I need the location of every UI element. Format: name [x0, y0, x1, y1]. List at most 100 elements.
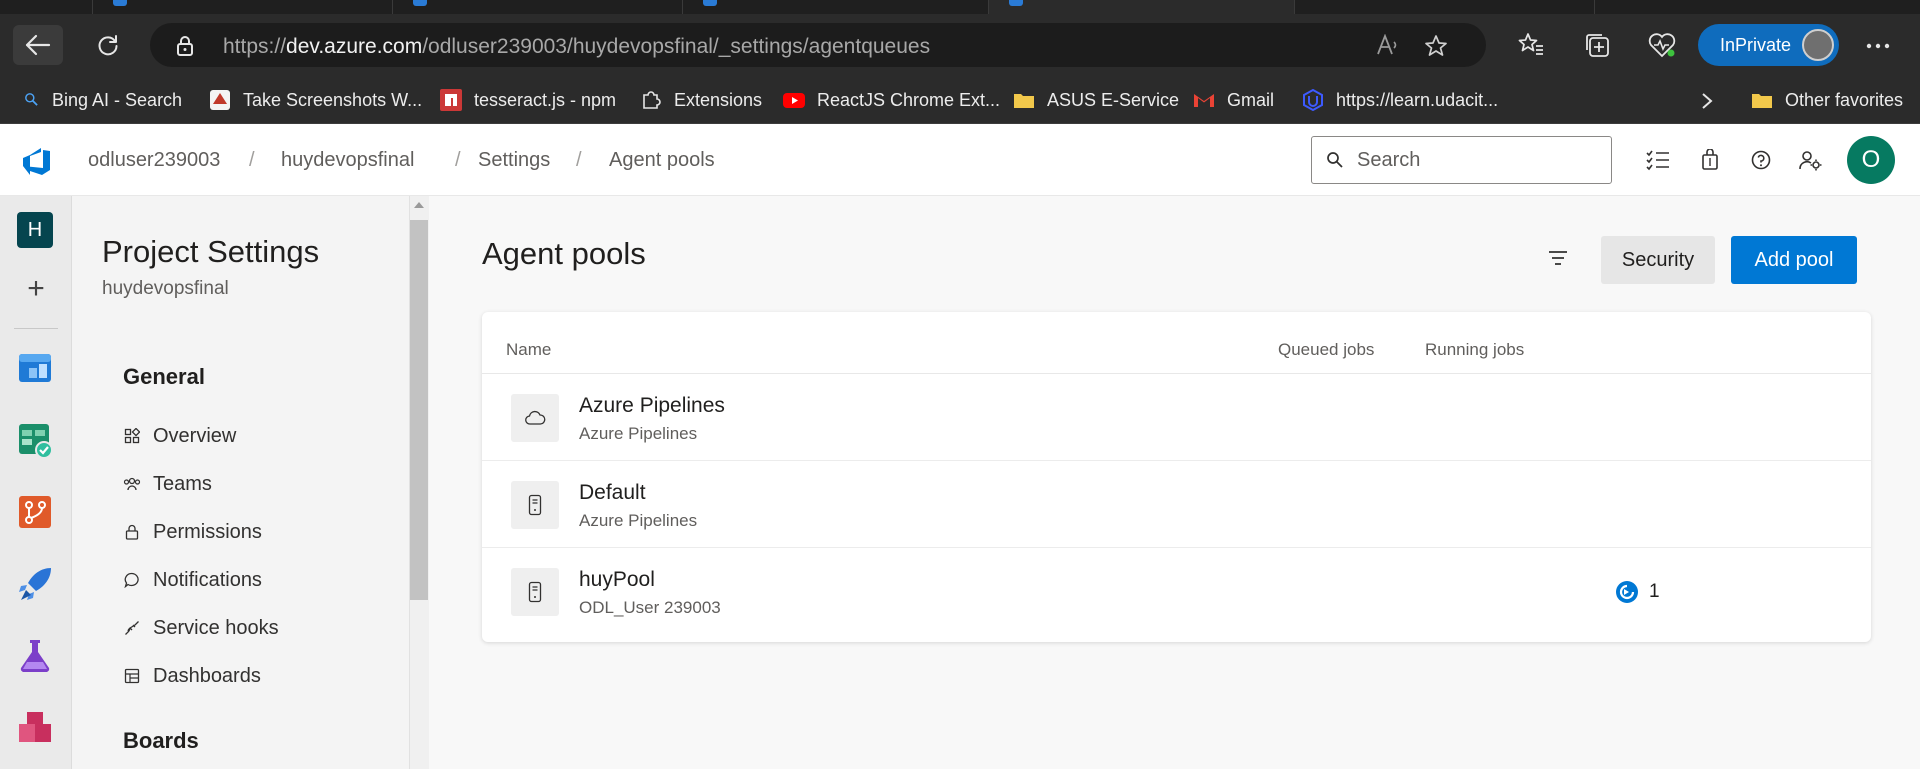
breadcrumb-agent-pools[interactable]: Agent pools	[609, 149, 715, 172]
more-options-icon[interactable]	[1866, 43, 1890, 49]
favorites-icon[interactable]	[1518, 32, 1544, 56]
pool-owner: Azure Pipelines	[579, 424, 698, 443]
favorite-item[interactable]: tesseract.js - npm	[440, 76, 616, 124]
browser-toolbar: https://dev.azure.com/odluser239003/huyd…	[0, 14, 1920, 76]
breadcrumb-project[interactable]: huydevopsfinal	[281, 149, 414, 172]
pool-owner: ODL_User 239003	[579, 598, 721, 617]
user-settings-icon[interactable]	[1799, 149, 1823, 171]
browser-tab[interactable]	[392, 0, 682, 14]
marketplace-bag-icon[interactable]	[1701, 149, 1719, 171]
project-avatar[interactable]: H	[17, 212, 53, 248]
teams-icon	[123, 475, 141, 493]
service-rail: H +	[0, 196, 72, 769]
tab-favicon	[113, 0, 127, 6]
favorite-label: https://learn.udacit...	[1336, 89, 1499, 110]
agent-device-icon	[511, 481, 559, 529]
column-header-running-jobs[interactable]: Running jobs	[1425, 340, 1524, 360]
overview-service-icon[interactable]	[17, 350, 53, 386]
running-status-icon	[1616, 581, 1638, 603]
work-items-icon[interactable]	[1645, 149, 1671, 171]
star-icon[interactable]	[1424, 34, 1448, 57]
favorites-bar: Bing AI - Search Take Screenshots W... t…	[0, 76, 1920, 124]
favorite-item[interactable]: https://learn.udacit...	[1302, 76, 1498, 124]
favorite-item[interactable]: Extensions	[640, 76, 762, 124]
pool-name[interactable]: Azure Pipelines	[579, 394, 725, 418]
inprivate-label: InPrivate	[1720, 35, 1792, 55]
pool-name[interactable]: Default	[579, 481, 646, 505]
artifacts-service-icon[interactable]	[17, 710, 53, 746]
table-row[interactable]: Default Azure Pipelines	[482, 461, 1871, 548]
favorite-item[interactable]: Take Screenshots W...	[209, 76, 422, 124]
udacity-icon	[1303, 89, 1323, 111]
column-header-name[interactable]: Name	[506, 340, 551, 360]
user-avatar[interactable]: O	[1847, 136, 1895, 184]
nav-item-label: Permissions	[153, 520, 262, 543]
favorite-item[interactable]: Gmail	[1193, 76, 1274, 124]
browser-essentials-icon[interactable]	[1648, 32, 1676, 58]
test-plans-service-icon[interactable]	[17, 638, 53, 674]
address-bar[interactable]: https://dev.azure.com/odluser239003/huyd…	[150, 23, 1486, 67]
settings-title: Project Settings	[102, 234, 320, 269]
nav-item-dashboards[interactable]: Dashboards	[123, 661, 261, 691]
help-icon[interactable]	[1750, 149, 1772, 171]
browser-tab[interactable]	[682, 0, 988, 14]
search-icon	[1327, 152, 1343, 168]
pool-name[interactable]: huyPool	[579, 568, 655, 592]
collections-icon[interactable]	[1584, 32, 1610, 58]
nav-scrollbar-thumb[interactable]	[410, 220, 428, 600]
breadcrumb-settings[interactable]: Settings	[478, 149, 550, 172]
favorite-item[interactable]: Bing AI - Search	[24, 76, 182, 124]
address-url: https://dev.azure.com/odluser239003/huyd…	[223, 35, 931, 58]
inprivate-profile-button[interactable]: InPrivate	[1698, 24, 1839, 66]
nav-item-notifications[interactable]: Notifications	[123, 565, 262, 595]
nav-item-teams[interactable]: Teams	[123, 469, 212, 499]
nav-item-permissions[interactable]: Permissions	[123, 517, 262, 547]
read-aloud-icon[interactable]	[1376, 34, 1400, 56]
filter-icon[interactable]	[1545, 246, 1571, 270]
back-button[interactable]	[13, 25, 63, 65]
nav-item-label: Overview	[153, 424, 237, 447]
column-header-queued-jobs[interactable]: Queued jobs	[1278, 340, 1374, 360]
tab-favicon	[1009, 0, 1023, 6]
favorite-label: ReactJS Chrome Ext...	[817, 89, 1001, 110]
reload-button[interactable]	[83, 25, 133, 65]
pipelines-service-icon[interactable]	[17, 566, 53, 602]
lock-icon	[123, 523, 141, 541]
overview-icon	[123, 427, 141, 445]
other-favorites-label: Other favorites	[1785, 89, 1904, 110]
repos-service-icon[interactable]	[17, 494, 53, 530]
other-favorites[interactable]: Other favorites	[1751, 76, 1903, 124]
nav-item-service-hooks[interactable]: Service hooks	[123, 613, 279, 643]
table-row[interactable]: Azure Pipelines Azure Pipelines	[482, 374, 1871, 461]
search-input[interactable]	[1357, 147, 1597, 173]
breadcrumb-organization[interactable]: odluser239003	[88, 149, 220, 172]
azure-devops-logo-icon[interactable]	[20, 146, 52, 176]
project-settings-nav: Project Settings huydevopsfinal General …	[72, 196, 429, 769]
favorite-label: Take Screenshots W...	[243, 89, 423, 110]
lock-icon	[177, 36, 193, 56]
profile-avatar	[1802, 29, 1834, 61]
nav-item-overview[interactable]: Overview	[123, 421, 236, 451]
arrow-left-icon	[25, 34, 51, 56]
breadcrumb-separator: /	[576, 149, 582, 171]
add-icon[interactable]: +	[22, 274, 50, 304]
youtube-icon	[783, 93, 805, 108]
scroll-up-arrow-icon[interactable]	[414, 202, 424, 208]
favorite-item[interactable]: ReactJS Chrome Ext...	[783, 76, 1000, 124]
browser-tab[interactable]	[1594, 0, 1894, 14]
settings-subtitle: huydevopsfinal	[102, 278, 229, 299]
boards-service-icon[interactable]	[17, 422, 53, 458]
add-pool-button[interactable]: Add pool	[1731, 236, 1857, 284]
browser-tab-active[interactable]	[988, 0, 1294, 14]
nav-item-label: Dashboards	[153, 664, 261, 687]
nav-group-boards[interactable]: Boards	[123, 728, 199, 754]
pool-owner: Azure Pipelines	[579, 511, 698, 530]
browser-tab[interactable]	[1294, 0, 1594, 14]
chevron-right-icon[interactable]	[1701, 92, 1713, 110]
table-row[interactable]: huyPool ODL_User 239003 1	[482, 548, 1871, 635]
search-box[interactable]	[1311, 136, 1612, 184]
browser-tab[interactable]	[92, 0, 392, 14]
security-button[interactable]: Security	[1601, 236, 1715, 284]
favorite-item[interactable]: ASUS E-Service	[1013, 76, 1179, 124]
search-icon	[25, 93, 38, 106]
